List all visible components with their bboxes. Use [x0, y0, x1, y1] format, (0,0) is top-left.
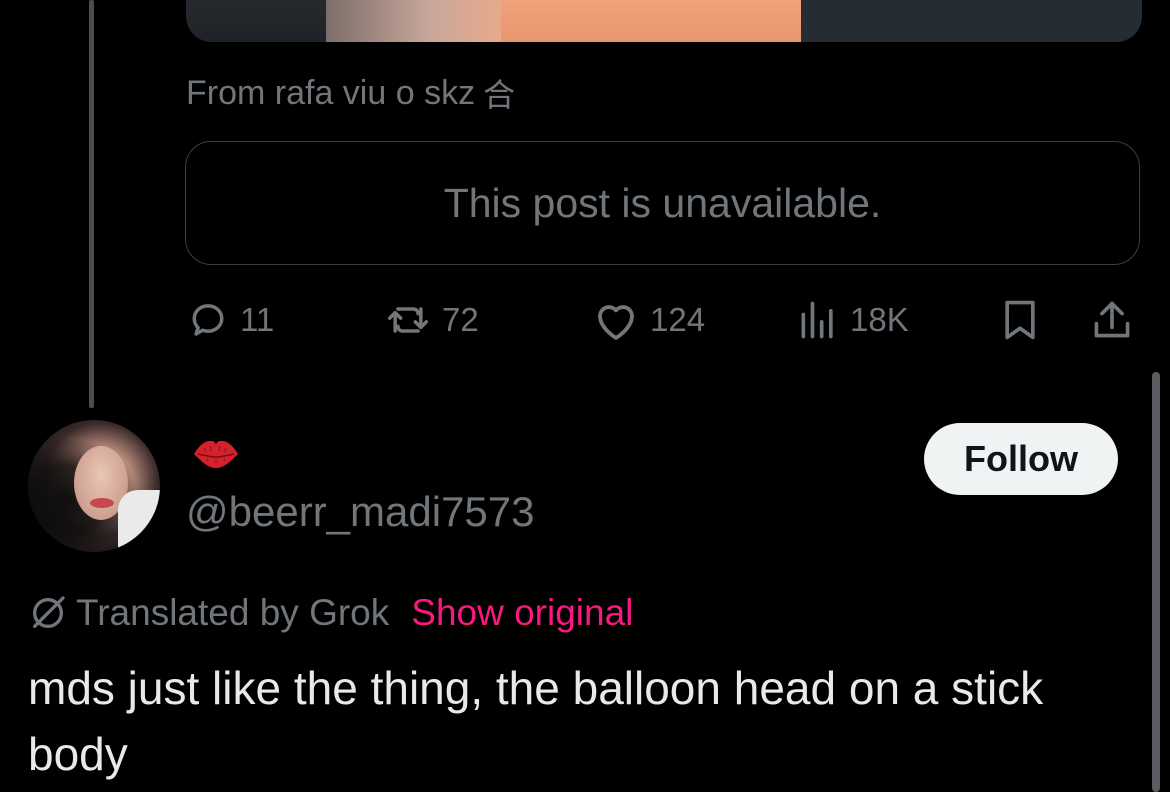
views-button[interactable]: 18K [796, 292, 909, 348]
like-count: 124 [650, 301, 706, 338]
avatar[interactable] [28, 420, 160, 552]
repost-button[interactable]: 72 [384, 292, 479, 348]
community-source-text: From rafa viu o skz [186, 73, 476, 112]
bookmark-button[interactable] [1000, 292, 1040, 348]
cjk-character-icon: 合 [483, 76, 516, 114]
unavailable-post-text: This post is unavailable. [443, 179, 882, 226]
translation-bar: Translated by Grok Show original [28, 592, 633, 634]
share-button[interactable] [1090, 292, 1134, 348]
repost-count: 72 [442, 301, 479, 338]
show-original-link[interactable]: Show original [411, 592, 633, 634]
user-handle[interactable]: @beerr_madi7573 [186, 488, 535, 536]
share-icon [1094, 301, 1130, 338]
community-source-line[interactable]: From rafa viu o skz 合 [186, 70, 515, 116]
heart-icon [598, 305, 634, 340]
reply-text: mds just like the thing, the balloon hea… [28, 662, 1044, 780]
thread-connector-line [89, 0, 94, 408]
translated-by-label: Translated by Grok [76, 592, 390, 633]
reply-button[interactable]: 11 [186, 292, 274, 348]
scrollbar[interactable] [1152, 372, 1160, 792]
bar-chart-icon [801, 301, 833, 339]
unavailable-post-box: This post is unavailable. [185, 141, 1140, 265]
views-count: 18K [850, 301, 909, 338]
bookmark-icon [1005, 300, 1035, 340]
grok-icon [33, 596, 65, 628]
kiss-lips-icon [194, 440, 238, 468]
repost-icon [387, 307, 429, 333]
post-action-bar: 11 72 124 18K [186, 292, 1141, 348]
follow-button[interactable]: Follow [924, 423, 1118, 495]
reply-icon [192, 304, 224, 336]
reply-count: 11 [240, 301, 275, 338]
quoted-media-preview[interactable] [186, 0, 1142, 42]
like-button[interactable]: 124 [592, 292, 705, 348]
